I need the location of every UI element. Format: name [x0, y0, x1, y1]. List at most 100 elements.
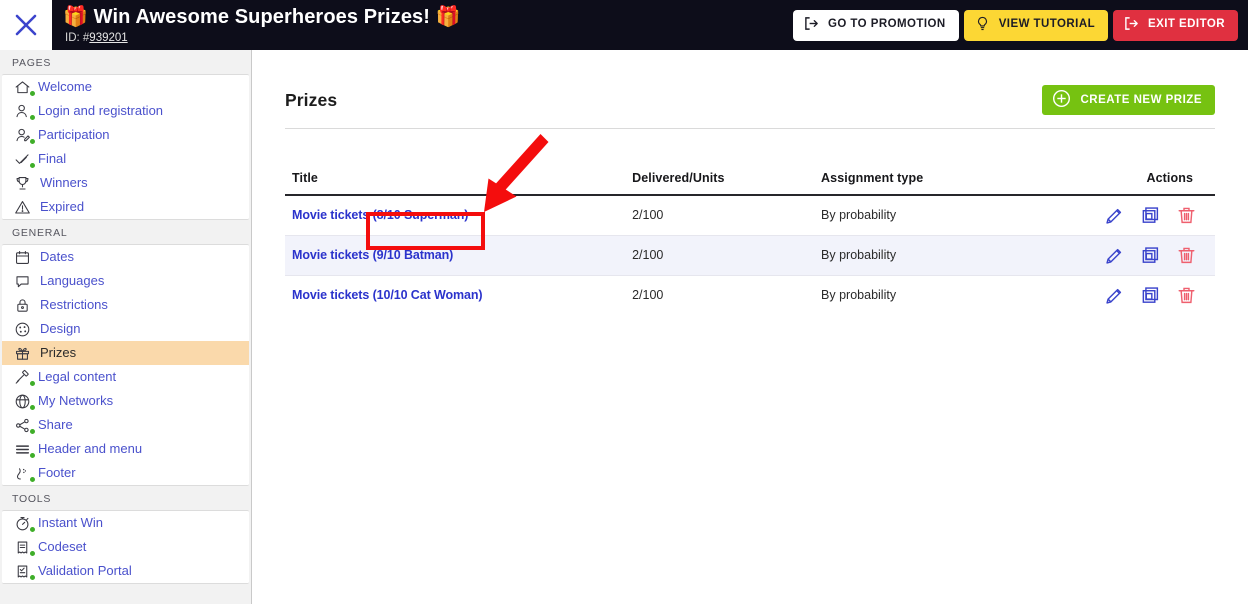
cell-title: Movie tickets (10/10 Cat Woman): [285, 275, 632, 315]
sidebar-item-design[interactable]: Design: [2, 317, 249, 341]
sidebar-group-pages: Welcome Login and registration Participati…: [2, 74, 249, 220]
cell-assignment-type: By probability: [821, 288, 897, 303]
exit-arrow-icon: [804, 16, 819, 34]
table-row[interactable]: Movie tickets (8/10 Superman) 2/100 By pro…: [285, 195, 1215, 236]
duplicate-prize-icon[interactable]: [1140, 285, 1161, 306]
exit-editor-button[interactable]: EXIT EDITOR: [1113, 9, 1238, 41]
plus-circle-icon: [1052, 89, 1071, 111]
sidebar-item-dates[interactable]: Dates: [2, 245, 249, 269]
sidebar-item-my-networks[interactable]: My Networks: [2, 389, 249, 413]
table-row[interactable]: Movie tickets (10/10 Cat Woman) 2/100 By p…: [285, 275, 1215, 315]
topbar-actions: GO TO PROMOTION VIEW TUTORIAL EXIT EDITO…: [792, 0, 1248, 50]
delete-prize-icon[interactable]: [1176, 205, 1197, 226]
sidebar-item-label: Final: [38, 151, 67, 166]
prize-title-link[interactable]: Movie tickets (9/10 Batman): [292, 248, 453, 262]
status-dot: [29, 428, 36, 435]
sidebar-item-welcome[interactable]: Welcome: [2, 75, 249, 99]
table-header-row: Title Delivered/Units Assignment type Ac…: [285, 171, 1215, 196]
sidebar-item-restrictions[interactable]: Restrictions: [2, 293, 249, 317]
sidebar-item-label: Restrictions: [40, 297, 108, 312]
status-dot: [29, 114, 36, 121]
sidebar-item-languages[interactable]: Languages: [2, 269, 249, 293]
prize-title-link[interactable]: Movie tickets (10/10 Cat Woman): [292, 288, 483, 302]
status-dot: [29, 90, 36, 97]
promotion-id-prefix: ID: #: [65, 31, 90, 44]
sidebar-item-label: Validation Portal: [38, 563, 132, 578]
sidebar-item-legal-content[interactable]: Legal content: [2, 365, 249, 389]
table-row[interactable]: Movie tickets (9/10 Batman) 2/100 By proba…: [285, 235, 1215, 276]
edit-prize-icon[interactable]: [1104, 285, 1125, 306]
sidebar-section-label-tools: TOOLS: [0, 486, 251, 510]
create-new-prize-button[interactable]: CREATE NEW PRIZE: [1042, 85, 1215, 115]
footer-icon: [14, 463, 36, 483]
cell-title: Movie tickets (8/10 Superman): [285, 195, 633, 236]
go-to-promotion-label: GO TO PROMOTION: [827, 18, 946, 31]
sidebar-group-general: Dates Languages Restrictions Design Prizes Le…: [2, 244, 249, 486]
status-dot: [29, 526, 36, 533]
sidebar-item-share[interactable]: Share: [2, 413, 249, 437]
prizes-table: Title Delivered/Units Assignment type Ac…: [285, 171, 1215, 315]
column-header-delivered[interactable]: Delivered/Units: [632, 171, 822, 196]
sidebar-item-label: Instant Win: [38, 515, 104, 530]
sidebar-item-login-and-registration[interactable]: Login and registration: [2, 99, 249, 123]
column-header-assignment[interactable]: Assignment type: [821, 171, 1089, 196]
duplicate-prize-icon[interactable]: [1140, 245, 1161, 266]
trophy-icon: [14, 173, 35, 193]
sidebar-item-footer[interactable]: Footer: [2, 461, 249, 485]
delete-prize-icon[interactable]: [1176, 245, 1197, 266]
prizes-table-body: Movie tickets (8/10 Superman) 2/100 By pro…: [285, 195, 1215, 315]
exit-editor-label: EXIT EDITOR: [1148, 18, 1225, 31]
prizes-table-head: Title Delivered/Units Assignment type Ac…: [285, 171, 1215, 196]
sidebar-item-label: Languages: [40, 273, 105, 288]
page-header: Prizes CREATE NEW PRIZE: [285, 83, 1215, 117]
status-dot: [29, 550, 36, 557]
prize-title-link[interactable]: Movie tickets (8/10 Superman): [292, 208, 468, 222]
cell-delivered-units: 2/100: [632, 195, 822, 236]
edit-prize-icon[interactable]: [1104, 205, 1125, 226]
title-divider: [285, 128, 1215, 129]
network-icon: [14, 391, 36, 411]
main-content: Prizes CREATE NEW PRIZE Title Delivered/…: [253, 50, 1248, 604]
sidebar-item-header-and-menu[interactable]: Header and menu: [2, 437, 249, 461]
share-icon: [14, 415, 36, 435]
sidebar-item-prizes[interactable]: Prizes: [2, 341, 249, 365]
lock-icon: [14, 295, 35, 315]
delete-prize-icon[interactable]: [1176, 285, 1197, 306]
sidebar: PAGES Welcome Login and registration Partic…: [0, 50, 252, 604]
sidebar-item-instant-win[interactable]: Instant Win: [2, 511, 249, 535]
sidebar-group-tools: Instant Win Codeset Validation Portal: [2, 510, 249, 584]
exit-arrow-icon: [1124, 16, 1139, 34]
sidebar-item-label: Footer: [38, 465, 76, 480]
cell-assignment-type: By probability: [821, 195, 1089, 236]
close-editor-button[interactable]: [0, 0, 52, 50]
sidebar-item-winners[interactable]: Winners: [2, 171, 249, 195]
view-tutorial-button[interactable]: VIEW TUTORIAL: [963, 9, 1109, 41]
cell-delivered-units: 2/100: [632, 288, 664, 303]
sidebar-item-label: Participation: [38, 127, 110, 142]
go-to-promotion-button[interactable]: GO TO PROMOTION: [792, 9, 959, 41]
sidebar-item-label: Header and menu: [38, 441, 143, 456]
sidebar-item-label: Design: [40, 321, 81, 336]
promotion-identity: 🎁 Win Awesome Superheroes Prizes! 🎁 ID: …: [52, 0, 793, 50]
calendar-icon: [14, 247, 35, 267]
sidebar-item-final[interactable]: Final: [2, 147, 249, 171]
status-dot: [29, 452, 36, 459]
sidebar-item-codeset[interactable]: Codeset: [2, 535, 249, 559]
promotion-id-number[interactable]: 939201: [89, 32, 127, 44]
gift-icon: [14, 343, 35, 363]
sidebar-item-participation[interactable]: Participation: [2, 123, 249, 147]
column-header-title[interactable]: Title: [285, 171, 633, 196]
cell-actions: [1089, 235, 1215, 276]
duplicate-prize-icon[interactable]: [1140, 205, 1161, 226]
sidebar-section-label-pages: PAGES: [0, 50, 251, 74]
edit-prize-icon[interactable]: [1104, 245, 1125, 266]
lightbulb-icon: [975, 16, 990, 35]
sidebar-item-label: Login and registration: [38, 103, 164, 118]
page-title: Prizes: [285, 89, 338, 110]
ticket-icon: [14, 537, 36, 557]
cell-delivered-units: 2/100: [632, 235, 822, 276]
cell-assignment-type: By probability: [821, 235, 1089, 276]
status-dot: [29, 476, 36, 483]
sidebar-item-expired[interactable]: Expired: [2, 195, 249, 219]
sidebar-item-validation-portal[interactable]: Validation Portal: [2, 559, 249, 583]
